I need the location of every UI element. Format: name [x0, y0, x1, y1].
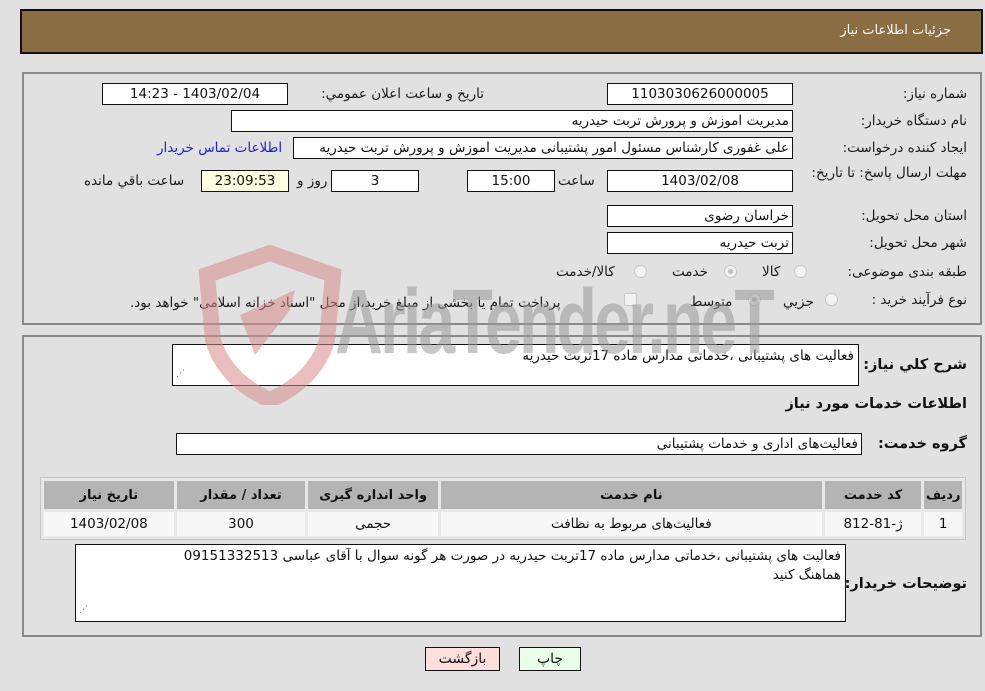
page-header: جزئیات اطلاعات نیاز — [20, 9, 983, 54]
buyer-notes-label: توضیحات خریدار: — [844, 576, 967, 592]
category-option-service: خدمت — [672, 264, 708, 280]
buyer-org-label: نام دستگاه خریدار: — [860, 113, 967, 129]
category-radio-goods[interactable] — [794, 265, 807, 278]
category-label: طبقه بندی موضوعی: — [847, 264, 967, 280]
buyer-notes-line-1: فعالیت های پشتیبانی ،خدماتی مدارس ماده 1… — [183, 548, 841, 564]
process-option-minor: جزيي — [783, 294, 814, 310]
deadline-label: مهلت ارسال پاسخ: تا تاریخ: — [811, 165, 967, 181]
process-option-medium: متوسط — [690, 294, 733, 310]
buyer-org-field: مدیریت اموزش و پرورش تربت حیدریه — [231, 110, 793, 132]
back-button[interactable]: بازگشت — [425, 647, 500, 671]
process-radio-medium[interactable] — [748, 293, 761, 306]
city-label: شهر محل تحویل: — [869, 235, 967, 251]
cell-quantity: 300 — [176, 512, 306, 536]
process-radio-minor[interactable] — [825, 293, 838, 306]
col-row-number: ردیف — [924, 481, 962, 509]
table-header-row: ردیف کد خدمت نام خدمت واحد اندازه گیری ت… — [44, 481, 962, 509]
process-type-label: نوع فرآیند خرید : — [871, 292, 967, 308]
service-group-label: گروه خدمت: — [877, 436, 967, 452]
cell-row-number: 1 — [924, 512, 962, 536]
treasury-note: پرداخت تمام یا بخشی از مبلغ خرید،از محل … — [130, 295, 561, 311]
city-field: تربت حیدریه — [607, 232, 793, 254]
deadline-time-label: ساعت — [558, 173, 595, 189]
deadline-date-field: 1403/02/08 — [607, 170, 793, 192]
col-unit: واحد اندازه گیری — [308, 481, 438, 509]
buyer-contact-link[interactable]: اطلاعات تماس خریدار — [157, 140, 282, 156]
cell-unit: حجمی — [308, 512, 438, 536]
announce-label: تاریخ و ساعت اعلان عمومي: — [321, 86, 484, 102]
cell-need-date: 1403/02/08 — [44, 512, 174, 536]
resize-grip-icon[interactable]: ⋰ — [176, 365, 185, 384]
col-service-name: نام خدمت — [440, 481, 822, 509]
buyer-notes-line-2: هماهنگ کنید — [772, 567, 841, 583]
col-service-code: کد خدمت — [824, 481, 922, 509]
category-radio-goods-service[interactable] — [634, 265, 647, 278]
service-group-field: فعالیت‌های اداری و خدمات پشتیبانی — [176, 433, 862, 455]
deadline-time-field: 15:00 — [467, 170, 555, 192]
need-number-label: شماره نیاز: — [902, 86, 967, 102]
need-number-field: 1103030626000005 — [607, 83, 793, 105]
col-need-date: تاریخ نیاز — [44, 481, 174, 509]
days-remaining-field: 3 — [331, 170, 419, 192]
remaining-time-field: 23:09:53 — [201, 170, 289, 192]
col-quantity: تعداد / مقدار — [176, 481, 306, 509]
days-label: روز و — [297, 173, 328, 189]
table-row: 1 ژ-81-812 فعالیت‌های مربوط به نظافت حجم… — [44, 512, 962, 536]
cell-service-code: ژ-81-812 — [824, 512, 922, 536]
services-heading: اطلاعات خدمات مورد نیاز — [785, 396, 967, 412]
summary-textarea[interactable]: فعالیت های پشتیبانی ،خدماتی مدارس ماده 1… — [172, 344, 859, 386]
resize-grip-icon[interactable]: ⋰ — [79, 601, 88, 620]
buyer-notes-textarea[interactable]: فعالیت های پشتیبانی ،خدماتی مدارس ماده 1… — [75, 544, 846, 622]
print-button[interactable]: چاپ — [519, 647, 581, 671]
requester-label: ایجاد کننده درخواست: — [842, 140, 967, 156]
summary-label: شرح كلي نياز: — [863, 357, 967, 373]
category-radio-service[interactable] — [724, 265, 737, 278]
services-table: ردیف کد خدمت نام خدمت واحد اندازه گیری ت… — [40, 477, 966, 540]
page-title: جزئیات اطلاعات نیاز — [840, 23, 951, 38]
province-field: خراسان رضوی — [607, 205, 793, 227]
category-option-goods-service: کالا/خدمت — [556, 264, 615, 280]
remaining-label: ساعت باقي مانده — [84, 173, 185, 189]
treasury-checkbox[interactable] — [624, 293, 637, 306]
announce-datetime-field: 1403/02/04 - 14:23 — [102, 83, 288, 105]
cell-service-name: فعالیت‌های مربوط به نظافت — [440, 512, 822, 536]
summary-text: فعالیت های پشتیبانی ،خدماتی مدارس ماده 1… — [522, 348, 854, 364]
province-label: استان محل تحویل: — [861, 208, 967, 224]
category-option-goods: کالا — [762, 264, 781, 280]
requester-field: علی غفوری کارشناس مسئول امور پشتیبانی مد… — [293, 137, 793, 159]
